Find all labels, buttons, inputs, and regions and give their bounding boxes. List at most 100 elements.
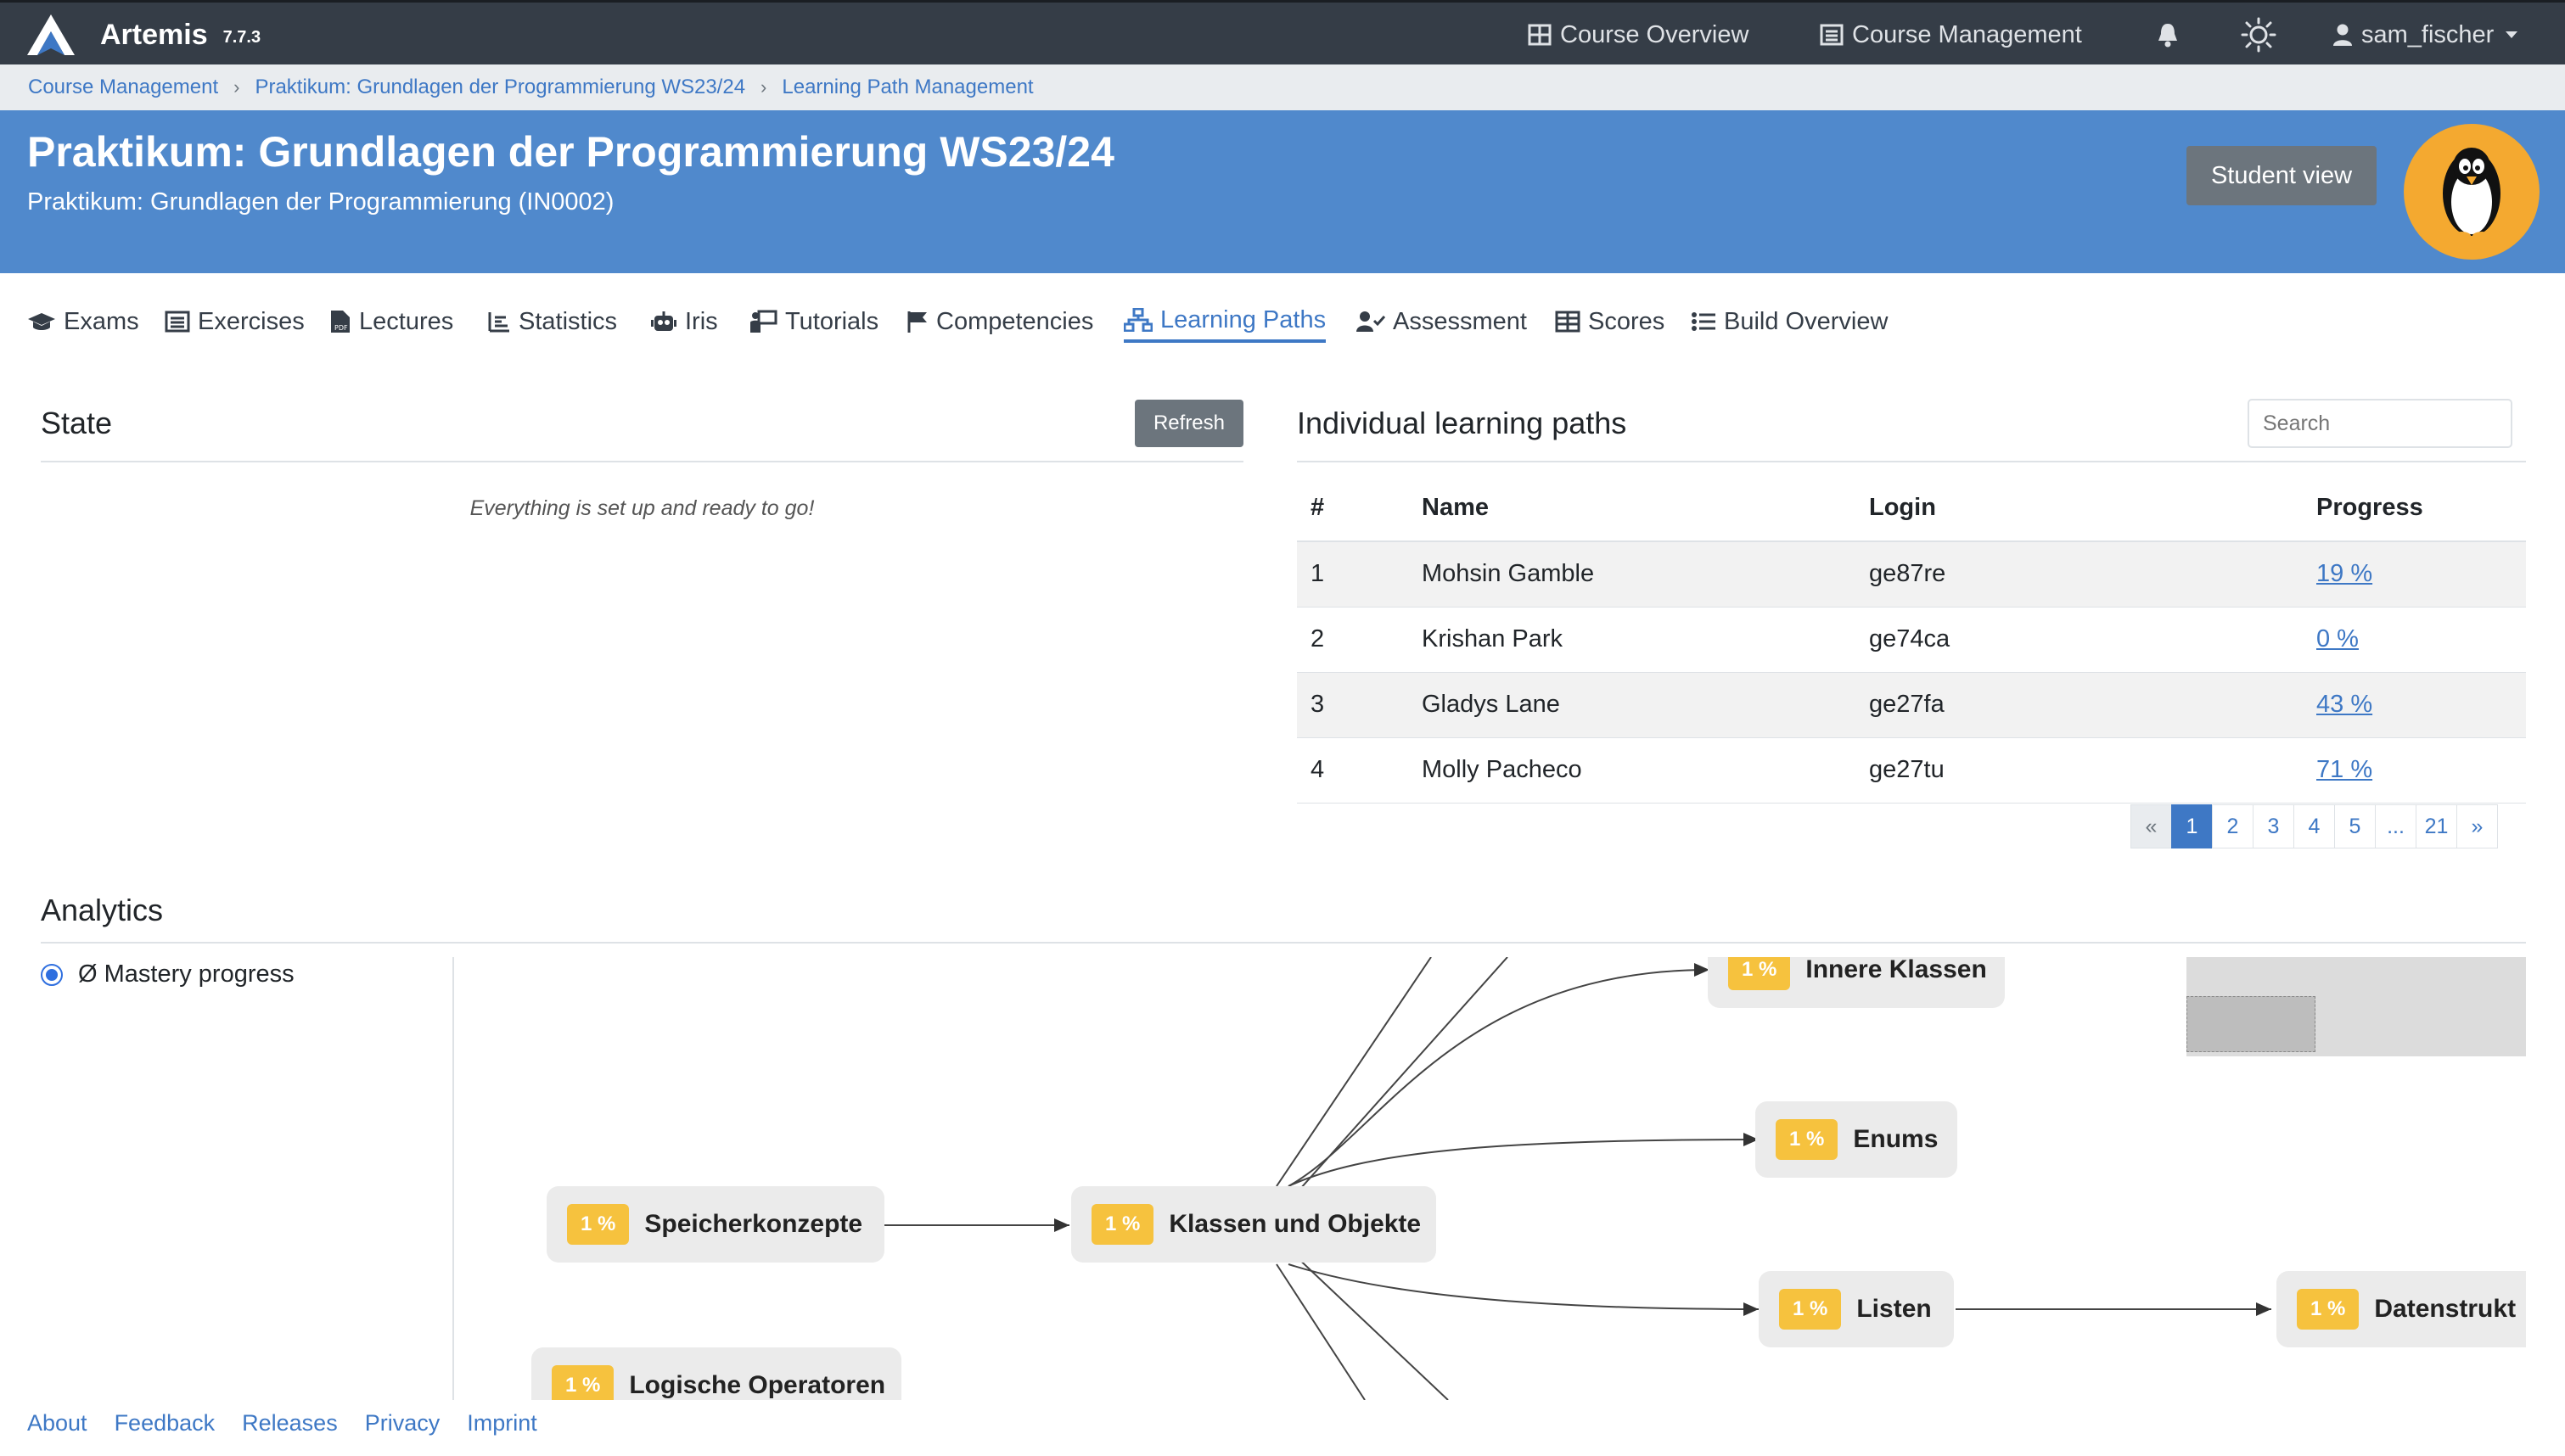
tab-statistics[interactable]: Statistics xyxy=(487,300,617,343)
breadcrumb-learning-path-management[interactable]: Learning Path Management xyxy=(782,76,1033,99)
graduation-cap-icon xyxy=(27,311,56,332)
app-version: 7.7.3 xyxy=(222,27,261,47)
column-header-progress[interactable]: Progress xyxy=(2303,475,2526,542)
course-title: Praktikum: Grundlagen der Programmierung… xyxy=(27,128,1114,176)
pagination-page[interactable]: 5 xyxy=(2334,804,2376,848)
search-input[interactable] xyxy=(2248,399,2512,448)
user-menu[interactable]: sam_fischer xyxy=(2332,3,2518,67)
progress-link[interactable]: 71 % xyxy=(2316,756,2372,783)
tab-statistics-label: Statistics xyxy=(519,307,618,335)
pagination-page[interactable]: 3 xyxy=(2253,804,2294,848)
nav-course-management[interactable]: Course Management xyxy=(1820,3,2082,67)
tab-lectures[interactable]: PDF Lectures xyxy=(329,300,453,343)
mastery-badge: 1 % xyxy=(552,1365,615,1400)
mastery-badge: 1 % xyxy=(1728,957,1791,990)
graph-node-datenstrukturen[interactable]: 1 % Datenstrukt xyxy=(2276,1271,2526,1347)
node-label: Enums xyxy=(1853,1125,1939,1153)
tab-build-overview-label: Build Overview xyxy=(1724,307,1889,335)
table-icon xyxy=(1555,311,1580,333)
row-progress-cell: 43 % xyxy=(2303,672,2526,738)
tab-assessment[interactable]: Assessment xyxy=(1356,300,1527,343)
graph-node-enums[interactable]: 1 % Enums xyxy=(1755,1101,1957,1178)
table-row: 1 Mohsin Gamble ge87re 19 % xyxy=(1297,541,2526,608)
theme-toggle-sun-icon[interactable] xyxy=(2241,3,2276,67)
graph-node-listen[interactable]: 1 % Listen xyxy=(1759,1271,1954,1347)
state-heading: State xyxy=(41,406,113,440)
penguin-icon xyxy=(2404,124,2540,260)
row-name: Gladys Lane xyxy=(1408,672,1855,738)
tab-iris[interactable]: Iris xyxy=(650,300,718,343)
mastery-badge: 1 % xyxy=(1092,1204,1154,1245)
footer-releases-link[interactable]: Releases xyxy=(242,1410,338,1436)
progress-link[interactable]: 19 % xyxy=(2316,560,2372,587)
column-header-name[interactable]: Name xyxy=(1408,475,1855,542)
course-tabs: Exams Exercises PDF Lectures Statistics … xyxy=(0,273,2565,367)
competency-graph[interactable]: 1 % Innere Klassen 1 % Enums 1 % Speiche… xyxy=(455,957,2526,1400)
graph-edge xyxy=(1276,957,1432,1187)
graph-node-klassen-und-objekte[interactable]: 1 % Klassen und Objekte xyxy=(1071,1186,1436,1263)
footer-feedback-link[interactable]: Feedback xyxy=(115,1410,216,1436)
radio-dot xyxy=(46,968,58,981)
nav-course-management-label: Course Management xyxy=(1852,20,2082,48)
row-login: ge27tu xyxy=(1855,737,2303,804)
pagination-page[interactable]: 1 xyxy=(2171,804,2213,848)
mastery-progress-option[interactable]: Ø Mastery progress xyxy=(41,960,295,988)
footer-privacy-link[interactable]: Privacy xyxy=(365,1410,441,1436)
pagination-page[interactable]: 21 xyxy=(2416,804,2457,848)
learning-paths-heading: Individual learning paths xyxy=(1297,406,1627,440)
tab-scores-label: Scores xyxy=(1588,307,1665,335)
graph-node-logische-operatoren[interactable]: 1 % Logische Operatoren xyxy=(531,1347,901,1400)
chevron-right-icon: › xyxy=(761,76,767,98)
tab-exams[interactable]: Exams xyxy=(27,300,139,343)
tab-competencies[interactable]: Competencies xyxy=(906,300,1093,343)
nav-course-overview[interactable]: Course Overview xyxy=(1528,3,1748,67)
bell-icon[interactable] xyxy=(2156,3,2180,67)
row-number: 2 xyxy=(1297,607,1408,673)
chevron-down-icon xyxy=(2506,31,2518,38)
tab-tutorials-label: Tutorials xyxy=(785,307,879,335)
mastery-badge: 1 % xyxy=(1776,1119,1838,1160)
graph-node-innere-klassen[interactable]: 1 % Innere Klassen xyxy=(1708,957,2005,1008)
tab-scores[interactable]: Scores xyxy=(1555,300,1664,343)
student-view-button[interactable]: Student view xyxy=(2186,146,2377,205)
pagination-next[interactable]: » xyxy=(2456,804,2498,848)
radio-button[interactable] xyxy=(41,963,63,986)
node-label: Logische Operatoren xyxy=(629,1371,886,1399)
breadcrumb-course[interactable]: Praktikum: Grundlagen der Programmierung… xyxy=(255,76,745,99)
chevron-right-icon: › xyxy=(233,76,240,98)
divider xyxy=(41,942,2526,944)
tab-learning-paths[interactable]: Learning Paths xyxy=(1124,300,1327,343)
node-label: Listen xyxy=(1856,1295,1932,1323)
tab-learning-paths-label: Learning Paths xyxy=(1160,305,1327,333)
row-progress-cell: 19 % xyxy=(2303,541,2526,608)
list-icon xyxy=(1691,311,1716,332)
tab-exercises[interactable]: Exercises xyxy=(165,300,305,343)
brand[interactable]: Artemis 7.7.3 xyxy=(25,3,261,67)
tab-tutorials[interactable]: Tutorials xyxy=(749,300,878,343)
graph-node-speicherkonzepte[interactable]: 1 % Speicherkonzepte xyxy=(547,1186,884,1263)
progress-link[interactable]: 43 % xyxy=(2316,691,2372,718)
refresh-button[interactable]: Refresh xyxy=(1135,400,1243,447)
tab-build-overview[interactable]: Build Overview xyxy=(1691,300,1888,343)
pagination-first[interactable]: « xyxy=(2130,804,2172,848)
divider xyxy=(1297,461,2526,462)
table-row: 2 Krishan Park ge74ca 0 % xyxy=(1297,607,2526,673)
mastery-badge: 1 % xyxy=(2297,1289,2360,1330)
minimap-viewport[interactable] xyxy=(2186,996,2315,1052)
tab-competencies-label: Competencies xyxy=(936,307,1094,335)
footer-about-link[interactable]: About xyxy=(27,1410,87,1436)
progress-link[interactable]: 0 % xyxy=(2316,625,2359,652)
node-label: Datenstrukt xyxy=(2374,1295,2517,1323)
column-header-login[interactable]: Login xyxy=(1855,475,2303,542)
footer: About Feedback Releases Privacy Imprint xyxy=(27,1410,564,1436)
column-header-number[interactable]: # xyxy=(1297,475,1408,542)
breadcrumb-course-management[interactable]: Course Management xyxy=(28,76,218,99)
pagination-page[interactable]: 4 xyxy=(2293,804,2335,848)
svg-text:PDF: PDF xyxy=(334,324,348,332)
graph-minimap[interactable] xyxy=(2186,957,2526,1056)
row-name: Molly Pacheco xyxy=(1408,737,1855,804)
pagination-page[interactable]: 2 xyxy=(2212,804,2253,848)
footer-imprint-link[interactable]: Imprint xyxy=(467,1410,537,1436)
table-header-row: # Name Login Progress xyxy=(1297,475,2526,542)
row-number: 3 xyxy=(1297,672,1408,738)
